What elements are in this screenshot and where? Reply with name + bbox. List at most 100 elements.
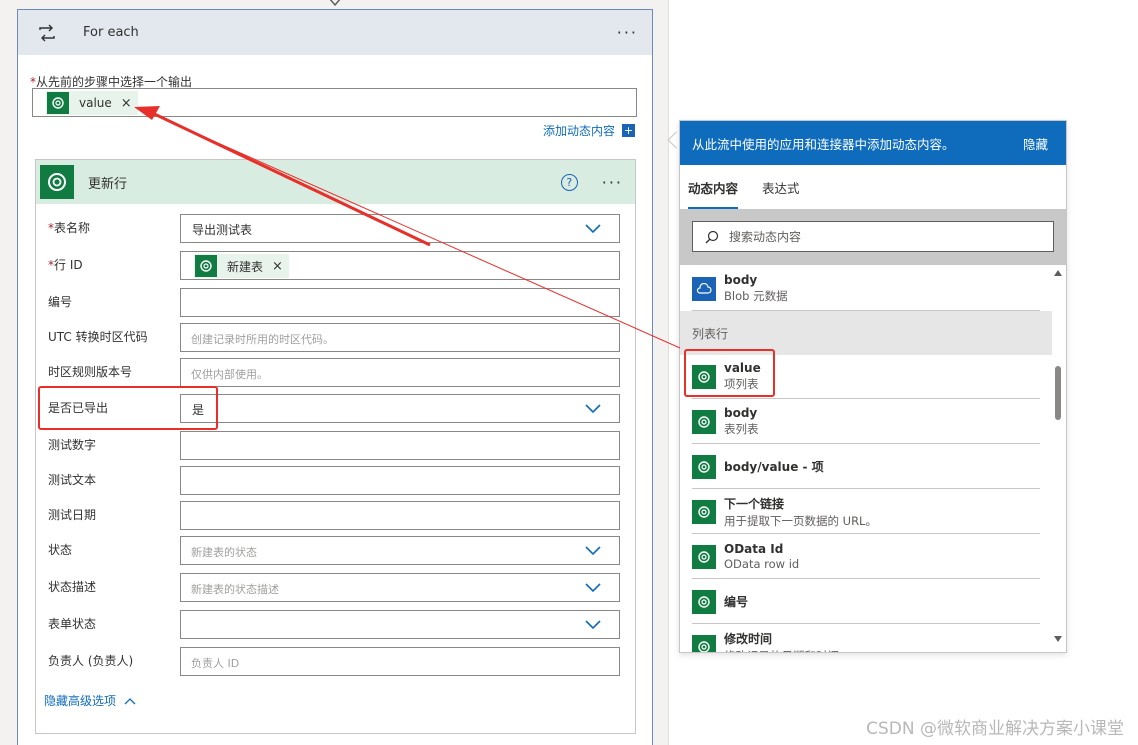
foreach-header[interactable]: For each ··· <box>18 10 652 55</box>
update-row-card: 更新行 ? ··· *表名称 导出测试表 *行 ID 新建表 × 编号 UTC 转换时区代码… <box>35 159 636 734</box>
update-row-header[interactable]: 更新行 ? ··· <box>36 160 635 204</box>
update-row-more-icon[interactable]: ··· <box>598 173 627 192</box>
list-item[interactable]: 修改时间修改记录的日期和时间 <box>692 625 1040 653</box>
highlight-box-exported-field <box>38 386 218 430</box>
field-row: 测试数字 <box>36 431 636 461</box>
field-row: UTC 转换时区代码 创建记录时所用的时区代码。 <box>36 323 636 353</box>
field-label: 时区规则版本号 <box>48 365 133 379</box>
dynamic-search-input[interactable]: 搜索动态内容 <box>692 221 1054 252</box>
foreach-output-input[interactable]: value × <box>32 88 637 117</box>
field-label: 状态描述 <box>48 580 97 594</box>
hide-advanced-label: 隐藏高级选项 <box>44 694 117 708</box>
field-value: 导出测试表 <box>192 223 253 237</box>
dataverse-icon <box>47 92 69 114</box>
update-row-title: 更新行 <box>88 176 128 192</box>
field-label: UTC 转换时区代码 <box>48 330 148 344</box>
field-input[interactable]: 创建记录时所用的时区代码。 <box>180 323 620 352</box>
field-placeholder: 新建表的状态 <box>191 546 257 559</box>
field-row: 状态 新建表的状态 <box>36 536 636 566</box>
row-id-token-label: 新建表 <box>227 259 264 274</box>
value-token-label: value <box>79 96 112 110</box>
field-input[interactable] <box>180 431 620 460</box>
add-dynamic-content-link[interactable]: 添加动态内容 + <box>543 122 636 139</box>
field-row: 表单状态 <box>36 610 636 640</box>
field-label: 测试数字 <box>48 438 97 452</box>
help-icon[interactable]: ? <box>560 173 578 191</box>
field-placeholder: 创建记录时所用的时区代码。 <box>191 333 334 346</box>
field-row: 状态描述 新建表的状态描述 <box>36 573 636 603</box>
chevron-down-icon[interactable] <box>585 620 601 630</box>
list-item[interactable]: body 表列表 <box>692 400 1040 444</box>
field-input[interactable] <box>180 501 620 530</box>
connector-arrow-icon <box>329 0 341 7</box>
dynamic-content-list: body Blob 元数据 列表行 value 项列表 body 表列表 body/val… <box>680 267 1052 653</box>
chevron-down-icon[interactable] <box>585 546 601 556</box>
search-placeholder: 搜索动态内容 <box>729 230 802 244</box>
chevron-down-icon[interactable] <box>585 224 601 234</box>
highlight-box-value-item <box>684 349 775 397</box>
field-input[interactable] <box>180 288 620 317</box>
dynamic-panel-header-text: 从此流中使用的应用和连接器中添加动态内容。 <box>692 136 955 152</box>
field-placeholder: 仅供内部使用。 <box>191 368 268 381</box>
hide-panel-button[interactable]: 隐藏 <box>1023 134 1048 153</box>
field-label: *行 ID <box>48 258 83 272</box>
list-item[interactable]: body Blob 元数据 <box>692 267 1040 311</box>
field-input[interactable]: 新建表 × <box>180 251 620 280</box>
dataverse-icon <box>692 409 716 434</box>
list-item[interactable]: 编号 <box>692 580 1040 624</box>
dataverse-icon <box>40 165 74 199</box>
field-row: *行 ID 新建表 × <box>36 251 636 281</box>
field-dropdown[interactable]: 新建表的状态 <box>180 536 620 565</box>
field-row: 测试日期 <box>36 501 636 531</box>
foreach-more-icon[interactable]: ··· <box>613 23 642 42</box>
item-title: body <box>724 273 758 287</box>
search-icon <box>705 230 719 243</box>
item-title: body <box>724 406 758 420</box>
add-dynamic-content-label: 添加动态内容 <box>543 124 616 138</box>
scroll-down-icon[interactable] <box>1054 636 1062 642</box>
field-input[interactable] <box>180 466 620 495</box>
row-id-token[interactable]: 新建表 × <box>194 254 289 278</box>
field-input[interactable]: 负责人 ID <box>180 647 620 676</box>
item-title: 修改时间 <box>724 631 773 646</box>
field-label: 负责人 (负责人) <box>48 654 134 668</box>
value-token[interactable]: value × <box>46 91 138 115</box>
field-label: *表名称 <box>48 221 91 235</box>
item-subtitle: 修改记录的日期和时间 <box>724 648 839 653</box>
list-item[interactable]: OData Id OData row id <box>692 535 1040 579</box>
tab-expression[interactable]: 表达式 <box>762 178 800 209</box>
row-id-token-remove-icon[interactable]: × <box>272 259 283 274</box>
value-token-remove-icon[interactable]: × <box>121 96 132 111</box>
field-label: 表单状态 <box>48 617 97 631</box>
item-title: 下一个链接 <box>724 496 785 511</box>
scroll-thumb[interactable] <box>1055 366 1061 420</box>
scroll-up-icon[interactable] <box>1054 270 1062 276</box>
panel-scrollbar[interactable] <box>1052 266 1064 650</box>
item-subtitle: OData row id <box>724 557 800 571</box>
field-placeholder: 负责人 ID <box>191 657 240 670</box>
blob-storage-icon <box>692 276 716 301</box>
field-row: 负责人 (负责人) 负责人 ID <box>36 647 636 677</box>
tab-dynamic-content[interactable]: 动态内容 <box>688 178 739 209</box>
item-subtitle: Blob 元数据 <box>724 289 788 303</box>
field-dropdown[interactable]: 是 <box>180 394 620 423</box>
list-item[interactable]: 下一个链接用于提取下一页数据的 URL。 <box>692 490 1040 534</box>
item-title: body/value - 项 <box>724 460 824 474</box>
field-dropdown[interactable] <box>180 610 620 639</box>
item-subtitle: 用于提取下一页数据的 URL。 <box>724 513 877 528</box>
field-row: 编号 <box>36 288 636 318</box>
chevron-down-icon[interactable] <box>585 583 601 593</box>
dataverse-icon <box>692 589 716 614</box>
hide-advanced-options-link[interactable]: 隐藏高级选项 <box>44 692 136 709</box>
list-item[interactable]: body/value - 项 <box>692 445 1040 489</box>
dataverse-icon <box>692 499 716 524</box>
canvas-divider <box>668 0 669 745</box>
field-label: 编号 <box>48 295 73 309</box>
field-dropdown[interactable]: 导出测试表 <box>180 214 620 243</box>
field-input[interactable]: 仅供内部使用。 <box>180 358 620 387</box>
field-label: 测试日期 <box>48 508 97 522</box>
item-title: 编号 <box>724 595 749 609</box>
chevron-down-icon[interactable] <box>585 404 601 414</box>
field-dropdown[interactable]: 新建表的状态描述 <box>180 573 620 602</box>
field-placeholder: 新建表的状态描述 <box>191 583 279 596</box>
